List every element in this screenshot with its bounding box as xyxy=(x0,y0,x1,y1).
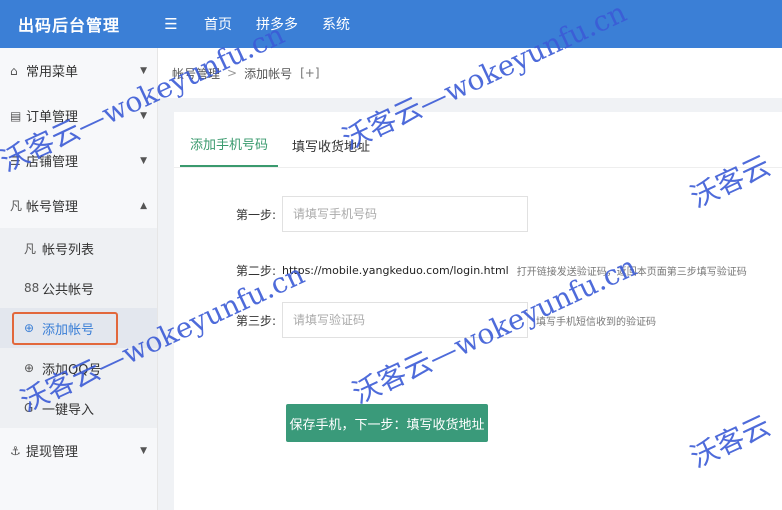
step2-label: 第二步: xyxy=(235,263,276,278)
import-icon: G xyxy=(24,401,34,415)
sidebar-group-label: 帐号管理 xyxy=(26,200,79,215)
breadcrumb-current: 添加帐号 xyxy=(244,66,293,81)
form-card: 添加手机号码 填写收货地址 第一步: 第二步: https://mobile.y… xyxy=(174,112,782,510)
sidebar-group-withdraw[interactable]: ⚓ 提现管理 ▼ xyxy=(0,428,157,473)
caret-down-icon: ▼ xyxy=(140,65,147,76)
caret-down-icon: ▼ xyxy=(140,110,147,121)
plus-circle-icon: ⊕ xyxy=(24,361,35,375)
sidebar-group-label: 订单管理 xyxy=(26,110,79,125)
sidebar-group-orders[interactable]: ▤ 订单管理 ▼ xyxy=(0,93,157,138)
save-next-button[interactable]: 保存手机，下一步：填写收货地址 xyxy=(286,404,488,442)
breadcrumb-parent[interactable]: 帐号管理 xyxy=(172,65,220,82)
breadcrumb-add[interactable]: [+] xyxy=(300,66,319,80)
sidebar-item-label: 公共帐号 xyxy=(42,282,95,298)
sidebar-item-label: 添加QQ号 xyxy=(42,362,102,378)
tab-bar: 添加手机号码 填写收货地址 xyxy=(174,112,782,168)
user-icon: 凡 xyxy=(24,241,37,256)
caret-down-icon: ▼ xyxy=(140,155,147,166)
sidebar-group-shops[interactable]: ☰ 店铺管理 ▼ xyxy=(0,138,157,183)
breadcrumb-separator: > xyxy=(227,66,238,80)
app-title: 出码后台管理 xyxy=(18,16,121,35)
home-icon: ⌂ xyxy=(10,63,18,78)
sidebar-group-accounts[interactable]: 凡 帐号管理 ▲ xyxy=(0,183,157,228)
sidebar-group-common[interactable]: ⌂ 常用菜单 ▼ xyxy=(0,48,157,93)
caret-down-icon: ▼ xyxy=(140,445,147,456)
step3-row: 第三步: 填写手机短信收到的验证码 xyxy=(174,302,656,338)
top-bar: 出码后台管理 ☰ 首页 拼多多 系统 xyxy=(0,0,782,48)
menu-fold-icon[interactable]: ☰ xyxy=(158,15,184,33)
sidebar-item-add-account[interactable]: ⊕ 添加帐号 xyxy=(0,308,157,348)
main-content: 帐号管理 > 添加帐号 [+] 添加手机号码 填写收货地址 第一步: 第二步: … xyxy=(158,48,782,510)
top-nav: 首页 拼多多 系统 xyxy=(192,14,362,34)
step1-row: 第一步: xyxy=(174,196,528,232)
highlight-box xyxy=(12,312,118,345)
step1-label: 第一步: xyxy=(235,207,276,222)
breadcrumb: 帐号管理 > 添加帐号 [+] xyxy=(158,48,782,98)
login-url-link[interactable]: https://mobile.yangkeduo.com/login.html xyxy=(282,264,509,277)
sidebar-item-label: 帐号列表 xyxy=(42,242,95,258)
order-icon: ▤ xyxy=(10,108,22,123)
step3-label: 第三步: xyxy=(235,313,276,328)
anchor-icon: ⚓ xyxy=(10,443,21,458)
sidebar-item-add-qq[interactable]: ⊕ 添加QQ号 xyxy=(0,348,157,388)
top-nav-home[interactable]: 首页 xyxy=(192,14,244,34)
tab-shipping-address[interactable]: 填写收货地址 xyxy=(282,136,380,167)
sidebar-group-label: 提现管理 xyxy=(26,445,79,460)
step2-hint: 打开链接发送验证码，返回本页面第三步填写验证码 xyxy=(516,266,747,278)
user-icon: 凡 xyxy=(10,199,23,213)
sidebar-item-import[interactable]: G 一键导入 xyxy=(0,388,157,428)
tab-add-phone[interactable]: 添加手机号码 xyxy=(180,134,279,167)
sidebar: ⌂ 常用菜单 ▼ ▤ 订单管理 ▼ ☰ 店铺管理 ▼ 凡 帐号管理 ▲ 凡 帐号… xyxy=(0,48,158,510)
sidebar-item-account-list[interactable]: 凡 帐号列表 xyxy=(0,228,157,268)
sidebar-group-label: 常用菜单 xyxy=(26,65,79,80)
caret-up-icon: ▲ xyxy=(140,200,147,211)
phone-input[interactable] xyxy=(282,196,528,232)
top-nav-system[interactable]: 系统 xyxy=(310,14,362,34)
sidebar-item-public-account[interactable]: 88 公共帐号 xyxy=(0,268,157,308)
list-icon: ☰ xyxy=(10,153,21,168)
sidebar-item-label: 一键导入 xyxy=(42,402,95,418)
sidebar-sub-list: 凡 帐号列表 88 公共帐号 ⊕ 添加帐号 ⊕ 添加QQ号 G 一键导入 xyxy=(0,228,157,428)
sidebar-group-label: 店铺管理 xyxy=(26,155,79,170)
step3-hint: 填写手机短信收到的验证码 xyxy=(536,316,656,328)
verification-code-input[interactable] xyxy=(282,302,528,338)
group-icon: 88 xyxy=(24,281,40,295)
step2-row: 第二步: https://mobile.yangkeduo.com/login.… xyxy=(174,260,747,280)
top-nav-pinduoduo[interactable]: 拼多多 xyxy=(244,14,310,34)
